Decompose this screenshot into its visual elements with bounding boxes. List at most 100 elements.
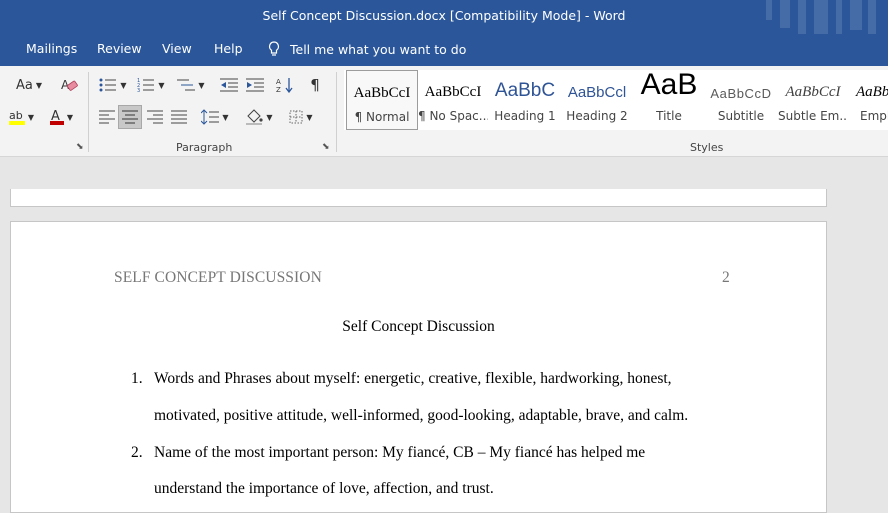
page-number: 2 — [722, 269, 730, 286]
style-emphasis[interactable]: AaBb Emph — [850, 70, 888, 128]
title-bar: Self Concept Discussion.docx [Compatibil… — [0, 0, 888, 66]
bullets-icon — [99, 78, 117, 92]
lightbulb-icon — [268, 41, 280, 56]
document-page[interactable]: SELF CONCEPT DISCUSSION 2 Self Concept D… — [10, 221, 827, 513]
document-title: Self Concept Discussion — [342, 318, 495, 335]
svg-text:A: A — [276, 78, 281, 86]
center-align-button[interactable] — [118, 105, 142, 129]
style-name: Subtle Em... — [778, 109, 848, 123]
multilevel-list-button[interactable]: ▼ — [174, 74, 208, 96]
style-no-spacing[interactable]: AaBbCcI ¶ No Spac... — [418, 70, 488, 128]
running-head: SELF CONCEPT DISCUSSION — [114, 269, 322, 286]
chevron-down-icon: ▼ — [158, 80, 165, 90]
style-sample: AaBb — [856, 84, 888, 100]
chevron-down-icon: ▼ — [266, 112, 273, 122]
style-name: ¶ Normal — [354, 110, 410, 124]
align-right-icon — [147, 110, 163, 124]
style-title[interactable]: AaB Title — [634, 70, 704, 128]
style-sample: AaBbCcI — [353, 85, 411, 101]
list-item-line: Name of the most important person: My fi… — [154, 444, 646, 461]
increase-indent-button[interactable] — [244, 74, 266, 96]
ribbon: Aa ▼ A ab ▼ A ▼ ⬊ ▼ 1 2 3 ▼ ▼ A Z ¶ ▼ ▼ … — [0, 66, 888, 157]
pilcrow-icon: ¶ — [310, 76, 320, 94]
tab-view[interactable]: View — [162, 41, 192, 56]
style-heading-1[interactable]: AaBbC Heading 1 — [490, 70, 560, 128]
text-highlight-button[interactable]: ab ▼ — [4, 106, 38, 128]
style-name: Subtitle — [717, 109, 765, 123]
window-title: Self Concept Discussion.docx [Compatibil… — [262, 8, 626, 23]
tell-me-search[interactable]: Tell me what you want to do — [268, 41, 466, 57]
style-name: Heading 1 — [494, 109, 556, 123]
style-sample: AaBbCcD — [710, 86, 772, 101]
svg-text:Z: Z — [276, 86, 281, 93]
style-name: Emph — [860, 109, 888, 123]
tab-help[interactable]: Help — [214, 41, 243, 56]
font-color-button[interactable]: A ▼ — [44, 106, 78, 128]
style-sample: AaB — [640, 70, 698, 101]
align-left-icon — [99, 110, 115, 124]
style-sample: AaBbCcI — [785, 84, 841, 100]
chevron-down-icon: ▼ — [66, 112, 74, 122]
line-spacing-button[interactable]: ▼ — [198, 106, 232, 128]
align-left-button[interactable] — [96, 106, 118, 128]
chevron-down-icon: ▼ — [27, 112, 35, 122]
tab-mailings[interactable]: Mailings — [26, 41, 77, 56]
styles-group-label: Styles — [690, 141, 724, 154]
borders-button[interactable]: ▼ — [284, 106, 318, 128]
decrease-indent-button[interactable] — [218, 74, 240, 96]
tell-me-label: Tell me what you want to do — [290, 41, 467, 57]
paint-bucket-icon — [246, 109, 264, 125]
justify-button[interactable] — [168, 106, 190, 128]
styles-gallery: AaBbCcI ¶ Normal AaBbCcI ¶ No Spac... Aa… — [344, 70, 888, 130]
chevron-down-icon: ▼ — [198, 80, 205, 90]
chevron-down-icon: ▼ — [306, 112, 313, 122]
group-separator — [336, 72, 337, 152]
align-right-button[interactable] — [144, 106, 166, 128]
justify-icon — [171, 110, 187, 124]
ribbon-tabs: Mailings Review View Help Tell me what y… — [0, 34, 888, 66]
multilevel-list-icon — [177, 79, 196, 91]
svg-text:ab: ab — [9, 109, 23, 122]
eraser-icon: A — [61, 78, 78, 92]
decrease-indent-icon — [220, 78, 238, 92]
font-size-label: Aa — [15, 77, 33, 93]
style-normal[interactable]: AaBbCcI ¶ Normal — [346, 70, 418, 130]
font-dialog-launcher-icon[interactable]: ⬊ — [76, 142, 84, 152]
numbering-button[interactable]: 1 2 3 ▼ — [134, 74, 168, 96]
chevron-down-icon: ▼ — [35, 80, 42, 90]
change-case-button[interactable]: Aa ▼ — [12, 74, 46, 96]
borders-icon — [289, 110, 303, 124]
style-name: Title — [656, 109, 682, 123]
style-subtitle[interactable]: AaBbCcD Subtitle — [706, 70, 776, 128]
increase-indent-icon — [246, 78, 264, 92]
numbering-icon: 1 2 3 — [137, 78, 155, 92]
style-name: ¶ No Spac... — [418, 109, 488, 123]
paragraph-group-label: Paragraph — [176, 141, 233, 154]
clear-formatting-button[interactable]: A — [58, 74, 80, 96]
bullets-button[interactable]: ▼ — [96, 74, 130, 96]
line-spacing-icon — [201, 109, 220, 125]
shading-button[interactable]: ▼ — [242, 106, 276, 128]
group-separator — [88, 72, 89, 152]
style-name: Heading 2 — [566, 109, 628, 123]
list-item-line: motivated, positive attitude, well-infor… — [154, 407, 689, 424]
style-subtle-emphasis[interactable]: AaBbCcI Subtle Em... — [778, 70, 848, 128]
list-item-number: 1. — [131, 370, 143, 387]
chevron-down-icon: ▼ — [120, 80, 127, 90]
style-heading-2[interactable]: AaBbCcl Heading 2 — [562, 70, 632, 128]
style-sample: AaBbCcI — [424, 84, 482, 100]
sort-button[interactable]: A Z — [274, 74, 296, 96]
style-sample: AaBbCcl — [567, 84, 627, 101]
show-formatting-button[interactable]: ¶ — [304, 74, 326, 96]
paragraph-dialog-launcher-icon[interactable]: ⬊ — [322, 142, 330, 152]
align-center-icon — [122, 110, 138, 124]
chevron-down-icon: ▼ — [222, 112, 229, 122]
style-sample: AaBbC — [494, 80, 556, 101]
previous-page-bottom — [10, 189, 827, 207]
list-item-line: understand the importance of love, affec… — [154, 480, 494, 497]
svg-text:3: 3 — [137, 88, 140, 92]
font-color-icon: A — [49, 109, 64, 125]
tab-review[interactable]: Review — [97, 41, 142, 56]
list-item-number: 2. — [131, 444, 143, 461]
highlighter-icon: ab — [8, 109, 25, 125]
